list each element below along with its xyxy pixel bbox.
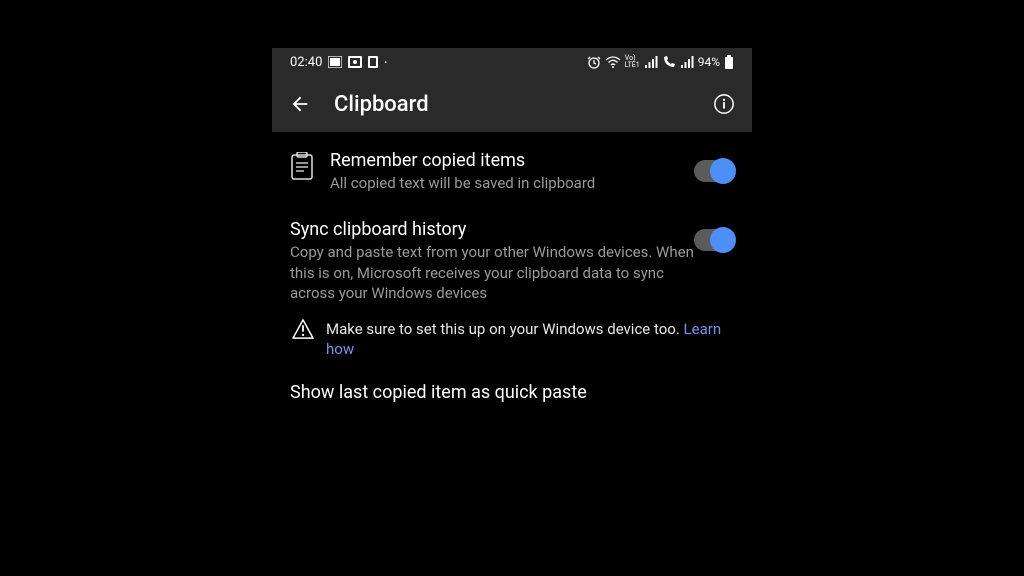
status-left: 02:40 • [290, 55, 387, 70]
signal-icon-1 [644, 56, 658, 68]
status-right: Vo)LTE1 94% [587, 55, 734, 69]
cast-icon [348, 56, 362, 68]
toggle-sync[interactable] [694, 229, 734, 251]
call-icon [662, 55, 676, 69]
status-time: 02:40 [290, 55, 322, 70]
settings-content: Remember copied items All copied text wi… [272, 132, 752, 403]
signal-icon-2 [680, 56, 694, 68]
back-button[interactable] [286, 90, 314, 118]
sync-warning: Make sure to set this up on your Windows… [292, 319, 734, 360]
setting-remember-copied[interactable]: Remember copied items All copied text wi… [290, 150, 734, 193]
alarm-icon [587, 55, 601, 69]
warning-text: Make sure to set this up on your Windows… [326, 320, 680, 338]
toggle-remember[interactable] [694, 160, 734, 182]
setting-title: Remember copied items [330, 150, 680, 171]
page-title: Clipboard [334, 92, 690, 117]
lte-label: Vo)LTE1 [625, 55, 640, 69]
info-button[interactable] [710, 90, 738, 118]
status-bar: 02:40 • Vo)LTE1 [272, 48, 752, 76]
setting-subtitle: All copied text will be saved in clipboa… [330, 173, 680, 193]
battery-icon [724, 55, 734, 69]
wifi-icon [605, 56, 621, 68]
arrow-left-icon [289, 93, 311, 115]
dot-icon: • [384, 58, 387, 67]
sim-icon [368, 56, 378, 68]
setting-sync-clipboard[interactable]: Sync clipboard history Copy and paste te… [290, 219, 734, 303]
notification-icon [328, 56, 342, 68]
app-bar: Clipboard [272, 76, 752, 132]
setting-quick-paste[interactable]: Show last copied item as quick paste [290, 382, 734, 403]
phone-screen: 02:40 • Vo)LTE1 [272, 48, 752, 528]
warning-icon [292, 319, 314, 343]
setting-title: Sync clipboard history [290, 219, 694, 240]
battery-percent: 94% [698, 55, 720, 69]
setting-subtitle: Copy and paste text from your other Wind… [290, 242, 694, 303]
clipboard-icon [290, 150, 316, 184]
info-icon [713, 93, 735, 115]
